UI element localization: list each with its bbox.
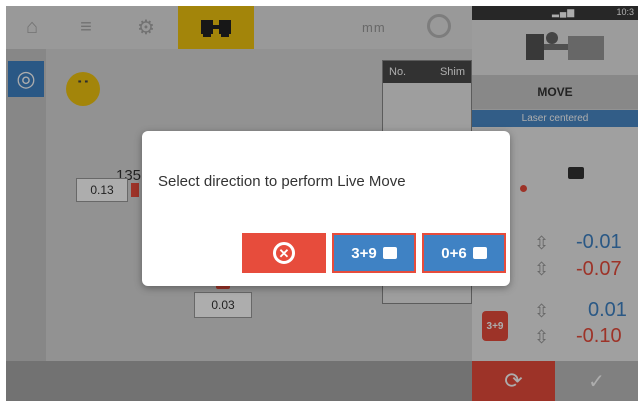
direction-3-9-button[interactable]: 3+9 [332,233,416,273]
direction-3-9-label: 3+9 [351,244,377,262]
cancel-icon: ✕ [273,242,295,264]
cancel-button[interactable]: ✕ [242,233,326,273]
direction-icon [472,247,487,259]
app-screen: ⌂ ≡ ⚙ mm ▂▄▆ 10:3 MOVE Laser centered ⇳ … [6,6,638,401]
direction-icon [382,247,397,259]
live-move-dialog: Select direction to perform Live Move ✕ … [142,131,510,286]
dialog-message: Select direction to perform Live Move [158,173,406,190]
direction-0-6-button[interactable]: 0+6 [422,233,506,273]
direction-0-6-label: 0+6 [441,244,467,262]
